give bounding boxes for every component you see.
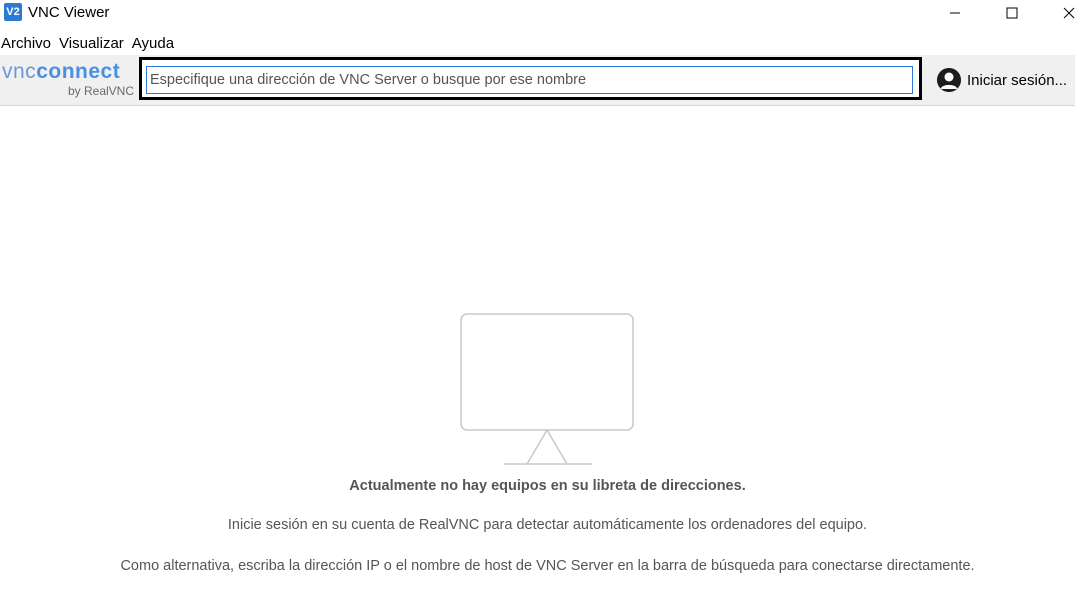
sign-in-button[interactable]: Iniciar sesión... [937,68,1067,92]
empty-state-direct-connect-hint: Como alternativa, escriba la dirección I… [120,558,975,574]
logo-byline: by RealVNC [67,84,134,98]
user-avatar-icon [937,68,961,92]
search-input[interactable] [146,66,913,94]
logo-connect: connect [36,60,121,83]
minimize-button[interactable] [932,0,978,26]
logo-vnc: vnc [2,60,37,83]
menu-visualizar[interactable]: Visualizar [58,33,131,55]
menu-ayuda[interactable]: Ayuda [131,33,181,55]
maximize-icon [1006,7,1018,19]
menu-archivo[interactable]: Archivo [0,33,58,55]
monitor-icon [460,313,634,465]
close-button[interactable] [1046,0,1075,26]
search-bar-frame [139,57,922,100]
close-icon [1063,7,1075,19]
empty-state-sign-in-hint: Inicie sesión en su cuenta de RealVNC pa… [227,517,868,533]
logo-wordmark: vncconnect [2,61,120,83]
vnc-connect-logo: vncconnect by RealVNC [2,61,134,99]
sign-in-label: Iniciar sesión... [967,71,1068,89]
maximize-button[interactable] [989,0,1035,26]
minimize-icon [950,12,960,14]
window-title: VNC Viewer [28,4,110,21]
vnc-app-icon: V2 [4,3,22,21]
menu-bar: Archivo Visualizar Ayuda [0,33,181,55]
title-bar: V2 VNC Viewer [0,0,1075,26]
toolbar: vncconnect by RealVNC Iniciar sesión... [0,55,1075,106]
empty-state-title: Actualmente no hay equipos en su libreta… [349,478,746,494]
